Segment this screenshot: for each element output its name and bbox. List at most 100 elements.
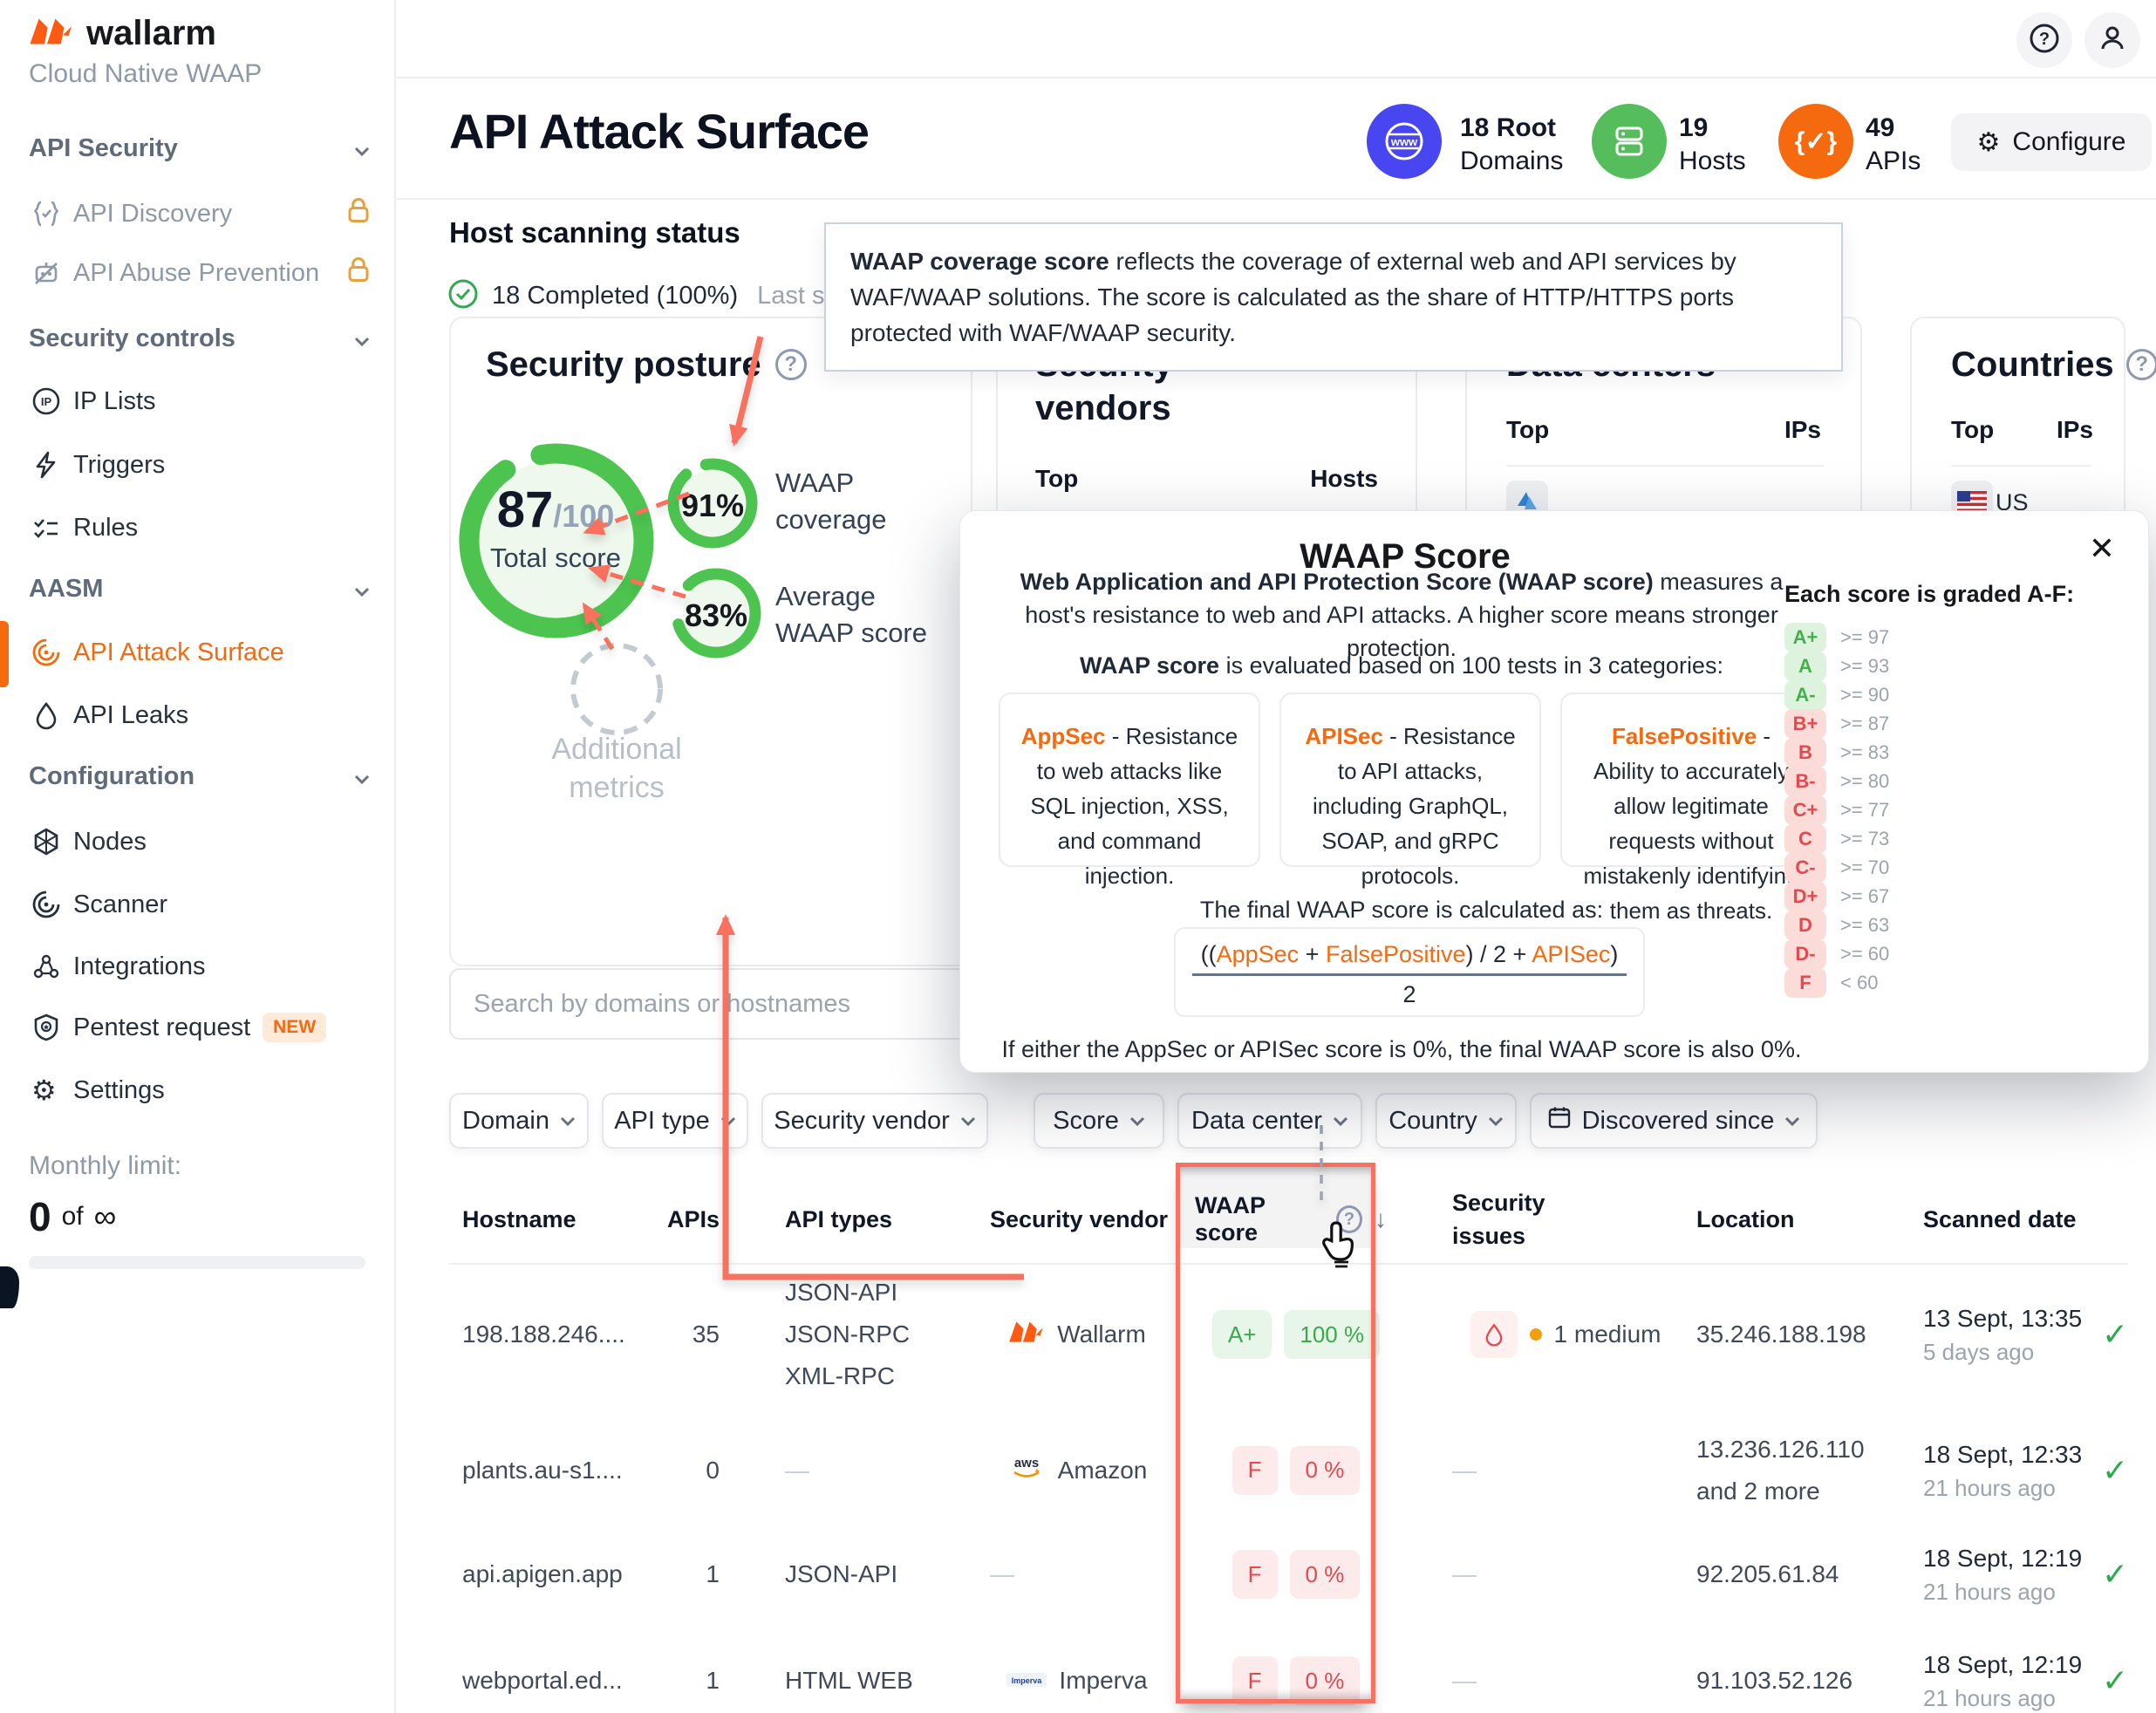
shield-icon	[31, 1013, 73, 1042]
countries-col-ips: IPs	[2057, 416, 2093, 444]
filter-security-vendor[interactable]: Security vendor	[761, 1093, 988, 1149]
chevron-down-icon	[1784, 1116, 1800, 1126]
additional-metrics-circle[interactable]	[564, 637, 669, 741]
sidebar-item-integrations[interactable]: Integrations	[0, 940, 394, 993]
stat-root-domains-label: Domains	[1460, 145, 1563, 178]
configure-button[interactable]: ⚙ Configure	[1951, 113, 2152, 171]
vendor-cell: Wallarm	[972, 1273, 1182, 1396]
svg-text:?: ?	[2039, 30, 2050, 49]
help-button[interactable]: ?	[2016, 12, 2072, 68]
api-types-cell: JSON-API	[785, 1526, 959, 1622]
table-row[interactable]: 198.188.246.... 35 JSON-API JSON-RPC XML…	[449, 1273, 2128, 1396]
sort-desc-icon[interactable]: ↓	[1375, 1205, 1387, 1233]
avg-waap-score-value: 83%	[668, 597, 764, 634]
posture-card-title: Security posture	[486, 343, 761, 386]
calendar-icon	[1547, 1105, 1572, 1136]
hostname-cell[interactable]: plants.au-s1....	[462, 1411, 628, 1529]
chevron-down-icon	[560, 1116, 576, 1126]
filter-score[interactable]: Score	[1034, 1093, 1164, 1149]
sidebar-section-api-security[interactable]: API Security	[0, 122, 394, 174]
sidebar-item-ip-lists[interactable]: IP IP Lists	[0, 375, 394, 427]
grade-badge: D-	[1784, 939, 1826, 969]
apis-stat-icon: {✓}	[1778, 104, 1853, 179]
user-menu-button[interactable]	[2084, 12, 2140, 68]
integration-nodes-icon	[31, 952, 73, 981]
sidebar-item-triggers[interactable]: Triggers	[0, 439, 394, 491]
chevron-down-icon	[720, 1116, 736, 1126]
filter-api-type[interactable]: API type	[602, 1093, 748, 1149]
wallarm-logo[interactable]: wallarm	[29, 14, 216, 53]
security-issues-cell: —	[1452, 1624, 1679, 1713]
hostname-cell[interactable]: 198.188.246....	[462, 1273, 628, 1396]
scan-ok-check-icon: ✓	[2102, 1526, 2137, 1622]
col-scanned-date[interactable]: Scanned date	[1923, 1176, 2132, 1263]
svg-text:Imperva: Imperva	[1012, 1676, 1043, 1685]
leak-drop-icon	[1470, 1311, 1518, 1358]
stat-root-domains-value: 18 Root	[1460, 112, 1563, 145]
table-row[interactable]: plants.au-s1.... 0 — aws Amazon F 0 % — …	[449, 1411, 2128, 1529]
filter-domain[interactable]: Domain	[449, 1093, 589, 1149]
hexagon-node-icon	[31, 827, 73, 856]
close-icon[interactable]: ✕	[2089, 530, 2115, 567]
apis-cell: 1	[641, 1624, 720, 1713]
sidebar-item-pentest-request[interactable]: Pentest request NEW	[0, 1001, 394, 1054]
sidebar-section-configuration[interactable]: Configuration	[0, 750, 394, 802]
chevron-down-icon	[354, 762, 370, 791]
col-apis[interactable]: APIs	[641, 1176, 720, 1263]
vendor-cell: Imperva Imperva	[972, 1624, 1182, 1713]
location-cell: 91.103.52.126	[1696, 1624, 1888, 1713]
scan-ok-check-icon: ✓	[2102, 1411, 2137, 1529]
table-row[interactable]: api.apigen.app 1 JSON-API — F 0 % — 92.2…	[449, 1526, 2128, 1622]
sidebar-section-aasm[interactable]: AASM	[0, 563, 394, 615]
col-location[interactable]: Location	[1696, 1176, 1871, 1263]
vendors-col-top: Top	[1035, 465, 1078, 493]
score-badge: 0 %	[1290, 1446, 1361, 1495]
sidebar-item-rules[interactable]: Rules	[0, 502, 394, 554]
sidebar-item-settings[interactable]: ⚙ Settings	[0, 1064, 394, 1116]
hosts-stat-icon	[1592, 104, 1667, 179]
globe-www-icon: www	[1380, 117, 1429, 166]
question-circle-icon[interactable]: ?	[2126, 349, 2156, 380]
sidebar-item-scanner[interactable]: Scanner	[0, 878, 394, 931]
col-hostname[interactable]: Hostname	[462, 1176, 628, 1263]
filter-data-center[interactable]: Data center	[1177, 1093, 1362, 1149]
sidebar-item-api-abuse-prevention[interactable]: API Abuse Prevention	[0, 247, 394, 299]
col-security-issues[interactable]: Security issues	[1452, 1176, 1592, 1263]
check-circle-icon	[447, 277, 480, 315]
waap-coverage-label: WAAP	[775, 465, 887, 502]
scanned-date-cell: 18 Sept, 12:19 21 hours ago	[1923, 1526, 2124, 1622]
sidebar-item-nodes[interactable]: Nodes	[0, 816, 394, 868]
waap-score-cell: F 0 %	[1200, 1411, 1392, 1529]
grade-badge: C	[1784, 824, 1826, 854]
chevron-down-icon	[1129, 1116, 1145, 1126]
table-row[interactable]: webportal.ed... 1 HTML WEB Imperva Imper…	[449, 1624, 2128, 1713]
question-circle-icon[interactable]: ?	[775, 349, 807, 380]
modal-footnote: If either the AppSec or APISec score is …	[999, 1033, 1805, 1066]
sidebar-section-security-controls[interactable]: Security controls	[0, 312, 394, 365]
col-api-types[interactable]: API types	[785, 1176, 959, 1263]
grade-badge: B	[1784, 738, 1826, 768]
filter-country[interactable]: Country	[1375, 1093, 1517, 1149]
stat-apis-label: APIs	[1866, 145, 1921, 178]
modal-eval-line: WAAP score is evaluated based on 100 tes…	[999, 649, 1805, 682]
avg-waap-score-label: Average	[775, 578, 927, 615]
scanned-date-cell: 18 Sept, 12:19 21 hours ago	[1923, 1624, 2124, 1713]
stat-apis-value: 49	[1866, 112, 1921, 145]
sidebar-item-api-attack-surface[interactable]: API Attack Surface	[0, 626, 394, 679]
hostname-cell[interactable]: api.apigen.app	[462, 1526, 628, 1622]
grade-badge: C-	[1784, 853, 1826, 883]
gear-icon: ⚙	[1977, 127, 2001, 158]
col-security-vendor[interactable]: Security vendor	[990, 1176, 1182, 1263]
additional-metrics-label: Additional	[538, 730, 695, 768]
hostname-cell[interactable]: webportal.ed...	[462, 1624, 628, 1713]
gear-icon: ⚙	[31, 1074, 73, 1107]
header-divider	[394, 198, 2156, 200]
score-badge: 0 %	[1290, 1550, 1361, 1599]
grade-badge: D+	[1784, 882, 1826, 911]
radar-spiral-icon	[31, 638, 73, 667]
api-types-cell: HTML WEB	[785, 1624, 959, 1713]
grade-badge: A+	[1784, 623, 1826, 652]
filter-discovered-since[interactable]: Discovered since	[1530, 1093, 1818, 1149]
sidebar-item-api-discovery[interactable]: API Discovery	[0, 188, 394, 240]
sidebar-item-api-leaks[interactable]: API Leaks	[0, 689, 394, 741]
